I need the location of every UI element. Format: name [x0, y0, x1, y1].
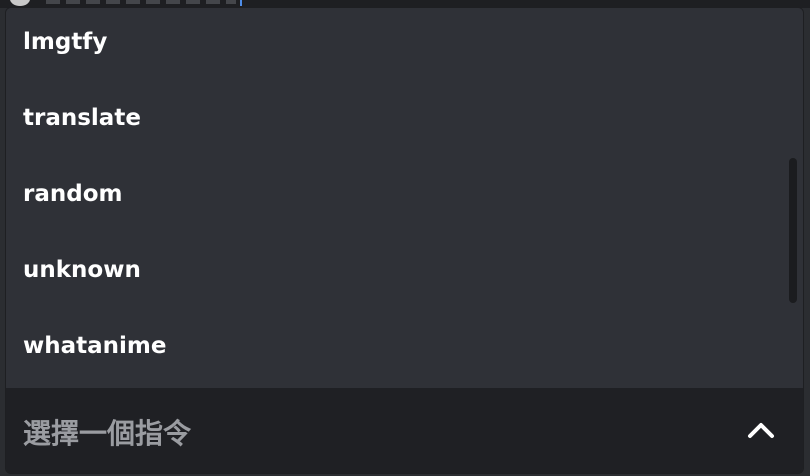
- menu-item-random[interactable]: random: [6, 156, 803, 232]
- menu-item-lmgtfy[interactable]: lmgtfy: [6, 8, 803, 80]
- menu-item-label: whatanime: [23, 333, 167, 359]
- menu-item-whatanime[interactable]: whatanime: [6, 308, 803, 384]
- select-placeholder: 選擇一個指令: [23, 416, 192, 450]
- chevron-up-icon[interactable]: [747, 418, 775, 442]
- input-text-fragment: [46, 0, 236, 4]
- menu-item-label: random: [23, 181, 123, 207]
- command-select[interactable]: 選擇一個指令: [6, 388, 803, 473]
- command-menu: lmgtfy translate random unknown whatanim…: [6, 8, 803, 388]
- text-caret: [240, 0, 242, 6]
- menu-item-label: unknown: [23, 257, 141, 283]
- avatar: [10, 0, 30, 6]
- menu-item-translate[interactable]: translate: [6, 80, 803, 156]
- menu-item-label: translate: [23, 105, 141, 131]
- menu-item-unknown[interactable]: unknown: [6, 232, 803, 308]
- menu-scrollbar-thumb[interactable]: [789, 158, 797, 303]
- menu-item-label: lmgtfy: [23, 29, 108, 55]
- menu-scrollbar[interactable]: [789, 8, 797, 388]
- command-select-dropdown: lmgtfy translate random unknown whatanim…: [5, 7, 804, 474]
